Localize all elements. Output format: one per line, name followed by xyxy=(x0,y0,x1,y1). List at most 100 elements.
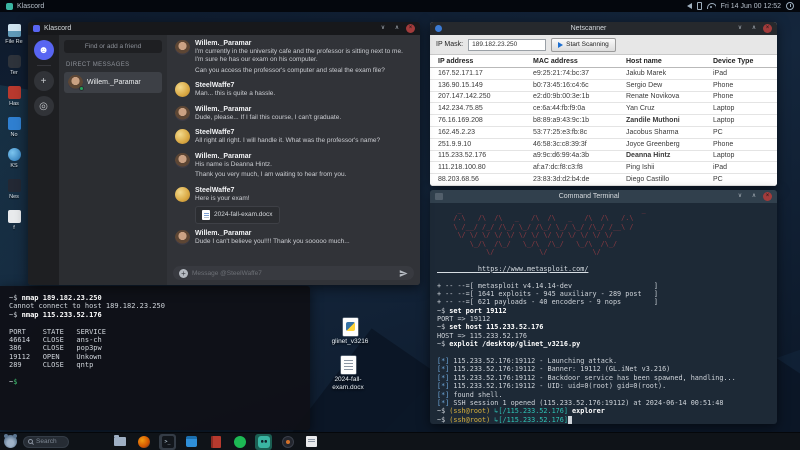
cell-ip: 162.45.2.23 xyxy=(438,128,475,136)
table-row[interactable]: 136.90.15.149 b0:73:45:16:c4:6c Sergio Dew… xyxy=(430,80,777,92)
cell-device: Phone xyxy=(713,140,734,148)
desktop-file-glinet[interactable]: glinet_v3216 xyxy=(326,318,374,346)
desktop-file-exam-docx[interactable]: 2024-fall-exam.docx xyxy=(324,356,372,392)
minimize-icon[interactable]: ∨ xyxy=(735,24,745,33)
add-server-button[interactable]: + xyxy=(33,71,54,91)
terminal-output[interactable]: _ _ /.\ /\ /\ _ /\ /\ _ /\ /\ /.\ \ /__/… xyxy=(430,203,777,424)
table-row[interactable]: 76.16.169.208 b8:89:a9:43:9c:1b Zandile Mu… xyxy=(430,115,777,127)
terminal-line: _ _ xyxy=(437,206,646,214)
maximize-icon[interactable]: ∧ xyxy=(392,24,402,33)
desktop-icon-file[interactable]: f xyxy=(1,210,27,231)
volume-icon[interactable] xyxy=(686,3,692,9)
cell-host: Zandile Muthoni xyxy=(626,117,680,125)
pictures-icon xyxy=(7,24,21,37)
terminal-line: /.\ /\ /\ _ /\ /\ _ /\ /\ /.\ xyxy=(437,214,634,223)
taskbar-app-browser[interactable] xyxy=(135,434,152,450)
cell-device: Phone xyxy=(713,81,734,89)
window-title: Klascord xyxy=(44,25,72,32)
direct-messages-header: DIRECT MESSAGES xyxy=(66,62,130,68)
column-device[interactable]: Device Type xyxy=(713,58,777,65)
column-ip[interactable]: IP address xyxy=(438,58,533,65)
close-icon[interactable]: × xyxy=(763,192,772,201)
table-row[interactable]: 207.147.142.250 e2:d0:9b:00:3e:1b Renate N… xyxy=(430,92,777,104)
column-mac[interactable]: MAC address xyxy=(533,58,626,65)
maximize-icon[interactable]: ∧ xyxy=(749,192,759,201)
notes-icon xyxy=(7,117,21,130)
taskbar-app-klascord[interactable] xyxy=(255,433,272,450)
terminal-line: [*] 115.233.52.176:19112 - Launching att… xyxy=(437,357,618,366)
desktop-icon-notes[interactable]: No xyxy=(1,117,27,138)
minimize-icon[interactable]: ∨ xyxy=(735,192,745,201)
desktop-icon-pictures[interactable]: File Re xyxy=(1,24,27,45)
chat-message: Willem._Paramar Dude I can't believe you!… xyxy=(175,229,412,248)
close-icon[interactable]: × xyxy=(406,24,415,33)
desktop-icon-netscanner[interactable]: Nes xyxy=(1,179,27,200)
desktop-file-label: 2024-fall-exam.docx xyxy=(332,376,364,391)
send-icon[interactable] xyxy=(399,269,408,278)
clock[interactable]: Fri 14 Jun 00 12:52 xyxy=(721,3,781,10)
table-row[interactable]: 167.52.171.17 e9:25:21:74:bc:37 Jakub Mare… xyxy=(430,68,777,80)
column-host[interactable]: Host name xyxy=(626,58,713,65)
taskbar-app-reader[interactable] xyxy=(207,434,224,450)
message-text: All right all right. I will handle it. W… xyxy=(195,137,381,145)
cell-mac: b0:73:45:16:c4:6c xyxy=(533,81,589,89)
minimize-icon[interactable]: ∨ xyxy=(378,24,388,33)
dm-sidebar: Find or add a friend DIRECT MESSAGES Wil… xyxy=(59,35,167,285)
message-body: SteelWaffe7 All right all right. I will h… xyxy=(195,129,380,147)
taskbar-app-music[interactable] xyxy=(231,434,248,450)
netscanner-app-icon xyxy=(435,25,442,32)
netscanner-titlebar[interactable]: Netscanner ∨ ∧ × xyxy=(430,22,777,35)
terminal-titlebar[interactable]: Command Terminal ∨ ∧ × xyxy=(430,190,777,203)
file-icon xyxy=(7,210,21,223)
klascord-icon xyxy=(257,435,270,448)
terminal-line: ~$ xyxy=(9,377,18,386)
wifi-icon[interactable] xyxy=(706,3,716,9)
home-button[interactable]: ☻ xyxy=(33,40,54,60)
table-row[interactable]: 142.234.75.85 ce:6a:44:fb:f9:0a Yan Cruz La… xyxy=(430,103,777,116)
klascord-titlebar[interactable]: Klascord ∨ ∧ × xyxy=(28,22,420,35)
attach-plus-icon[interactable]: + xyxy=(179,268,188,278)
table-row[interactable]: 88.203.68.56 23:83:3d:d2:b4:de Diego Casti… xyxy=(430,174,777,186)
desktop-icon-label: No xyxy=(10,132,18,138)
desktop-icon-kspider[interactable]: KS xyxy=(1,148,27,169)
close-icon[interactable]: × xyxy=(763,24,772,33)
explore-button[interactable]: ◎ xyxy=(33,96,54,116)
cell-mac: 23:83:3d:d2:b4:de xyxy=(533,176,590,184)
netscanner-window: Netscanner ∨ ∧ × IP Mask: 189.182.23.250… xyxy=(430,22,777,186)
desktop-icon-terminal[interactable]: Ter xyxy=(1,55,27,76)
terminal-icon: >_ xyxy=(161,435,174,448)
message-input[interactable]: + Message @SteelWaffe7 xyxy=(173,266,414,280)
maximize-icon[interactable]: ∧ xyxy=(749,24,759,33)
power-icon[interactable] xyxy=(786,2,794,10)
table-row[interactable]: 115.233.52.176 a9:9c:d6:99:4a:3b Deanna Hi… xyxy=(430,151,777,163)
app-launcher-icon[interactable] xyxy=(4,434,17,448)
table-row[interactable]: 162.45.2.23 53:77:25:e3:fb:8c Jacobus Shar… xyxy=(430,127,777,139)
message-text: I'm currently in the university cafe and… xyxy=(195,48,403,64)
taskbar-app-camera[interactable] xyxy=(279,434,296,450)
message-text: Man... this is quite a hassle. xyxy=(195,90,276,98)
taskbar-app-files[interactable] xyxy=(111,434,128,450)
taskbar-app-terminal[interactable]: >_ xyxy=(159,433,176,450)
dm-contact-willem[interactable]: Willem._Paramar xyxy=(64,72,162,93)
table-row[interactable]: 111.218.100.80 af:a7:dc:f8:c3:f8 Ping Ishi… xyxy=(430,162,777,175)
nmap-output[interactable]: ~$ nmap 189.182.23.250 Cannot connect to … xyxy=(0,286,310,392)
battery-icon[interactable] xyxy=(696,2,702,10)
file-icon xyxy=(202,209,210,220)
nmap-terminal-window[interactable]: ~$ nmap 189.182.23.250 Cannot connect to … xyxy=(0,286,310,430)
table-row[interactable]: 251.9.9.10 46:58:3c:c8:39:3f Joyce Greenbe… xyxy=(430,139,777,151)
desktop-icon-hash[interactable]: Has xyxy=(1,86,27,107)
find-friend-button[interactable]: Find or add a friend xyxy=(64,40,162,53)
attachment-card[interactable]: 2024-fall-exam.docx xyxy=(195,205,280,224)
book-icon xyxy=(210,435,221,448)
taskbar-app-calendar[interactable] xyxy=(183,434,200,450)
terminal-line: 289 CLOSE qntp xyxy=(9,361,94,370)
taskbar-app-notes[interactable] xyxy=(303,434,320,450)
taskbar-search[interactable]: Search xyxy=(23,435,69,448)
ip-mask-input[interactable]: 189.182.23.250 xyxy=(468,38,547,51)
avatar xyxy=(175,129,190,145)
start-scanning-button[interactable]: Start Scanning xyxy=(551,37,616,52)
global-top-bar: Klascord Fri 14 Jun 00 12:52 xyxy=(0,0,800,12)
message-text: Can you access the professor's computer … xyxy=(195,66,385,74)
